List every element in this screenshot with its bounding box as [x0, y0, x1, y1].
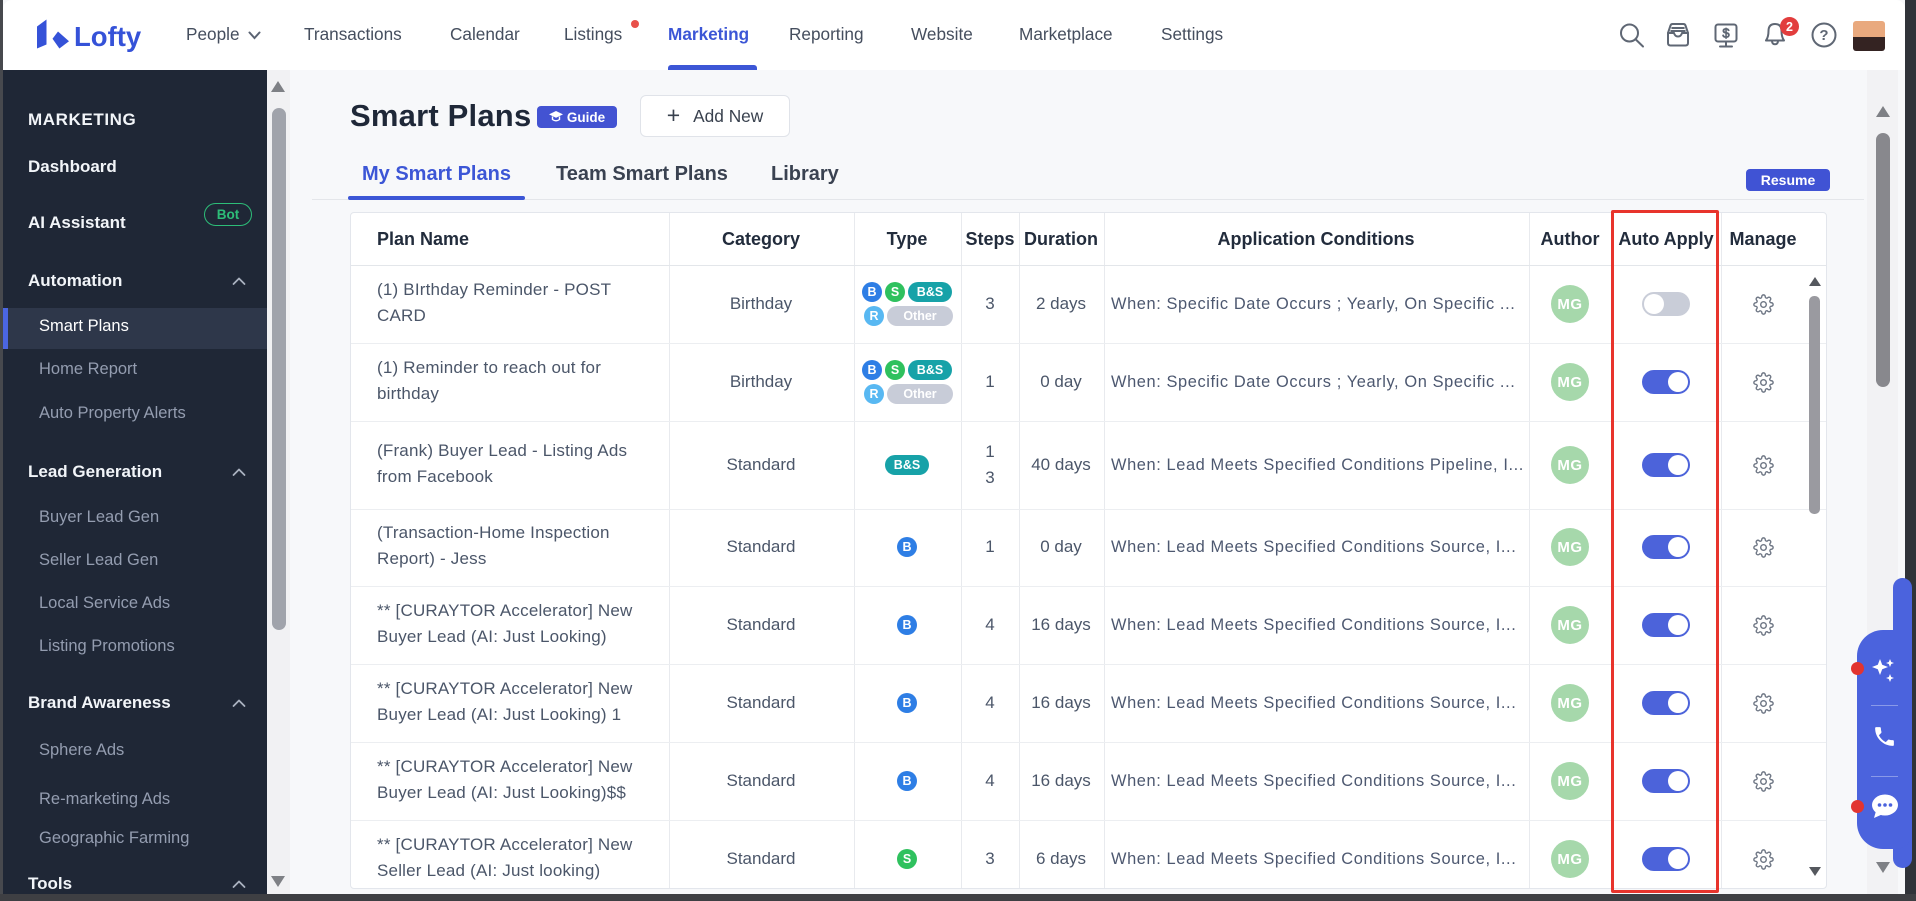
svg-text:?: ? — [1819, 27, 1828, 44]
svg-text:$: $ — [1722, 26, 1730, 41]
